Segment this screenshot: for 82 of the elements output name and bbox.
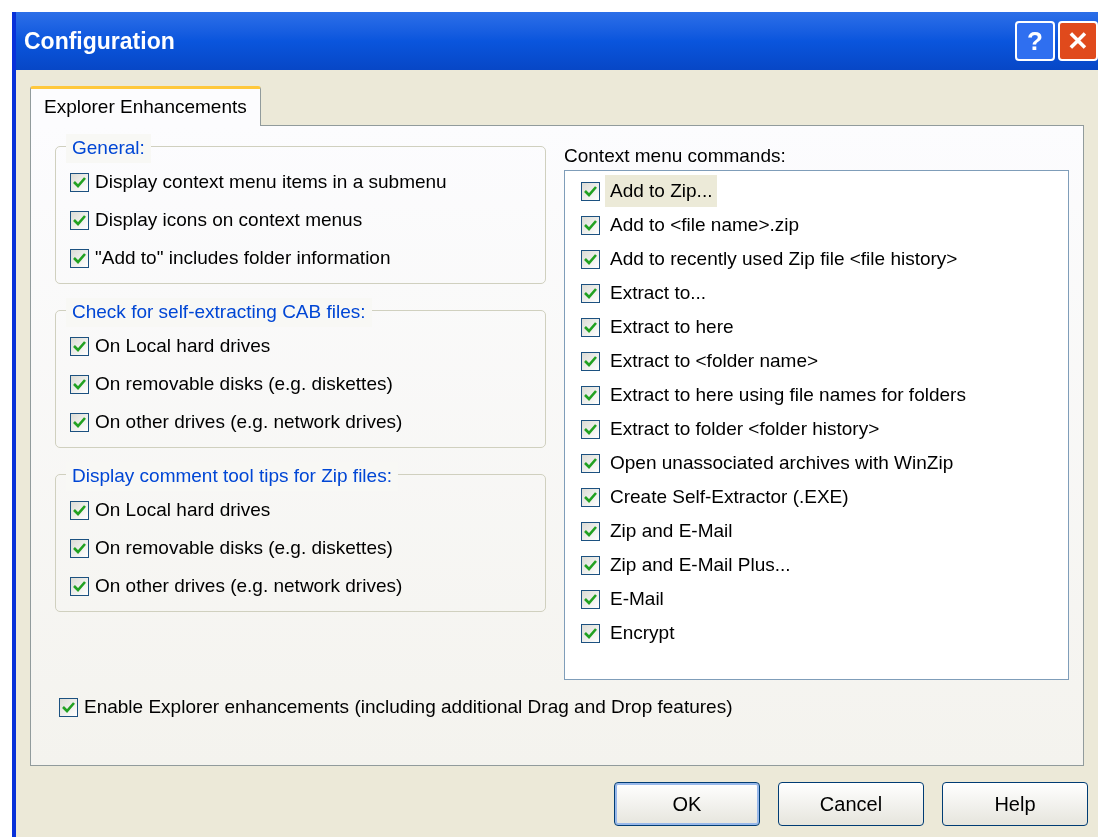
checkmark-icon xyxy=(584,287,597,299)
list-label: Context menu commands: xyxy=(564,144,787,168)
checkbox[interactable] xyxy=(581,453,600,473)
checkbox[interactable] xyxy=(581,351,600,371)
checkmark-icon xyxy=(62,701,75,713)
option-label: Enable Explorer enhancements (including additional Drag and Drop features) xyxy=(83,694,734,719)
option-label: On other drives (e.g. network drives) xyxy=(94,573,404,598)
checkbox[interactable] xyxy=(581,555,600,575)
list-item[interactable]: Add to <file name>.zip xyxy=(605,208,805,242)
checkbox[interactable] xyxy=(581,385,600,405)
checkmark-icon xyxy=(584,491,597,503)
checkmark-icon xyxy=(73,504,86,516)
checkbox[interactable] xyxy=(70,538,89,558)
option-label: On other drives (e.g. network drives) xyxy=(94,409,404,434)
checkbox[interactable] xyxy=(581,623,600,643)
checkbox[interactable] xyxy=(70,210,89,230)
checkmark-icon xyxy=(73,176,86,188)
option-label: On Local hard drives xyxy=(94,497,272,522)
checkmark-icon xyxy=(584,321,597,333)
checkbox[interactable] xyxy=(581,419,600,439)
option-label: On removable disks (e.g. diskettes) xyxy=(94,371,394,396)
checkbox[interactable] xyxy=(581,249,600,269)
checkmark-icon xyxy=(73,542,86,554)
checkmark-icon xyxy=(73,580,86,592)
checkmark-icon xyxy=(584,219,597,231)
group-title: Check for self-extracting CAB files: xyxy=(66,298,372,327)
help-button[interactable]: ? xyxy=(1015,21,1055,61)
checkbox[interactable] xyxy=(581,317,600,337)
list-item[interactable]: Extract to... xyxy=(605,276,712,310)
list-item[interactable]: Zip and E-Mail xyxy=(605,514,738,548)
checkmark-icon xyxy=(73,378,86,390)
group-title: General: xyxy=(66,134,151,163)
dialog-button[interactable]: OK xyxy=(614,782,760,826)
list-item[interactable]: Add to recently used Zip file <file history> xyxy=(605,242,963,276)
checkmark-icon xyxy=(584,423,597,435)
checkmark-icon xyxy=(73,340,86,352)
list-item[interactable]: Extract to here xyxy=(605,310,739,344)
list-item[interactable]: Open unassociated archives with WinZip xyxy=(605,446,959,480)
option-label: On removable disks (e.g. diskettes) xyxy=(94,535,394,560)
option-label: On Local hard drives xyxy=(94,333,272,358)
checkbox[interactable] xyxy=(70,500,89,520)
list-item[interactable]: Extract to folder <folder history> xyxy=(605,412,885,446)
checkbox[interactable] xyxy=(581,215,600,235)
checkmark-icon xyxy=(73,416,86,428)
list-item[interactable]: E-Mail xyxy=(605,582,669,616)
checkmark-icon xyxy=(584,355,597,367)
list-item[interactable]: Extract to <folder name> xyxy=(605,344,824,378)
checkbox[interactable] xyxy=(581,181,600,201)
dialog-button[interactable]: Cancel xyxy=(778,782,924,826)
option-label: "Add to" includes folder information xyxy=(94,245,392,270)
checkmark-icon xyxy=(584,525,597,537)
checkmark-icon xyxy=(584,593,597,605)
checkmark-icon xyxy=(584,457,597,469)
close-button[interactable]: ✕ xyxy=(1058,21,1098,61)
list-item[interactable]: Create Self-Extractor (.EXE) xyxy=(605,480,854,514)
list-item[interactable]: Zip and E-Mail Plus... xyxy=(605,548,796,582)
checkbox[interactable] xyxy=(70,374,89,394)
checkmark-icon xyxy=(73,214,86,226)
dialog-button[interactable]: Help xyxy=(942,782,1088,826)
checkbox[interactable] xyxy=(581,589,600,609)
checkbox[interactable] xyxy=(59,697,78,717)
tab[interactable]: Explorer Enhancements xyxy=(30,86,261,126)
checkmark-icon xyxy=(73,252,86,264)
checkmark-icon xyxy=(584,389,597,401)
list-item[interactable]: Encrypt xyxy=(605,616,680,650)
checkmark-icon xyxy=(584,559,597,571)
checkmark-icon xyxy=(584,627,597,639)
option-label: Display icons on context menus xyxy=(94,207,364,232)
checkbox[interactable] xyxy=(70,336,89,356)
checkbox[interactable] xyxy=(70,172,89,192)
checkbox[interactable] xyxy=(581,487,600,507)
checkmark-icon xyxy=(584,253,597,265)
option-label: Display context menu items in a submenu xyxy=(94,169,448,194)
checkmark-icon xyxy=(584,185,597,197)
checkbox[interactable] xyxy=(581,283,600,303)
window-title: Configuration xyxy=(24,26,175,56)
checkbox[interactable] xyxy=(70,248,89,268)
list-item[interactable]: Add to Zip... xyxy=(605,174,718,208)
checkbox[interactable] xyxy=(70,412,89,432)
list-item[interactable]: Extract to here using file names for folders xyxy=(605,378,971,412)
checkbox[interactable] xyxy=(581,521,600,541)
checkbox[interactable] xyxy=(70,576,89,596)
